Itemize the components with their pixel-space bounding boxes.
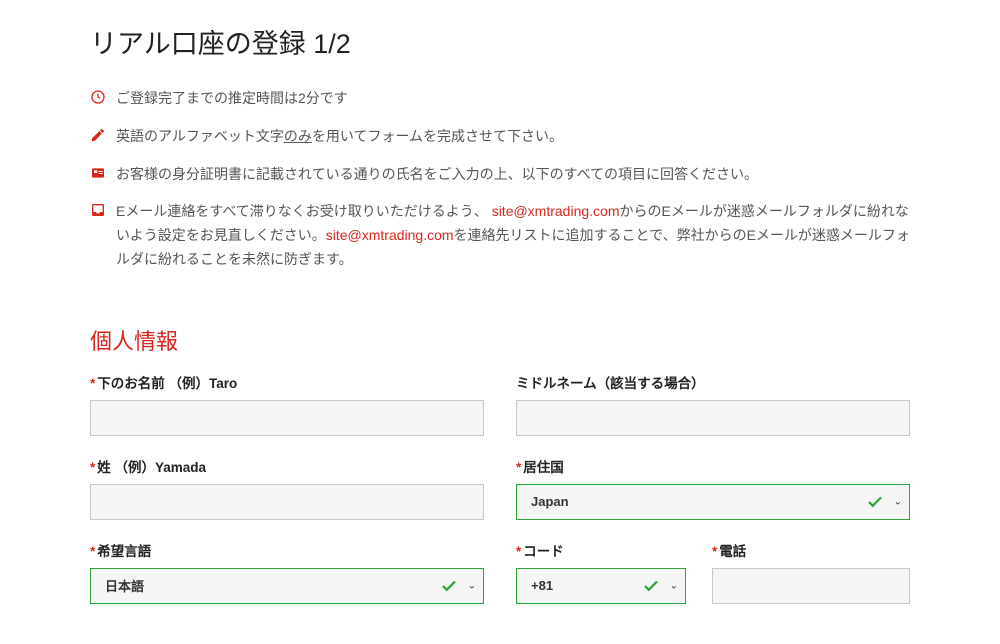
page-title: リアル口座の登録 1/2 (90, 22, 910, 61)
country-label: *居住国 (516, 456, 910, 476)
email-link[interactable]: site@xmtrading.com (326, 227, 454, 243)
select-value: Japan (527, 494, 569, 509)
pencil-icon (90, 127, 116, 143)
field-phone: *電話 (712, 540, 910, 604)
label-text: 姓 （例）Yamada (97, 460, 206, 475)
info-text: お客様の身分証明書に記載されている通りの氏名をご入力の上、以下のすべての項目に回… (116, 163, 910, 187)
info-text: Eメール連絡をすべて滞りなくお受け取りいただけるよう、 site@xmtradi… (116, 200, 910, 271)
label-text: コード (523, 544, 564, 559)
select-value: 日本語 (101, 576, 144, 595)
info-item-alpha: 英語のアルファベット文字のみを用いてフォームを完成させて下さい。 (90, 125, 910, 149)
info-list: ご登録完了までの推定時間は2分です 英語のアルファベット文字のみを用いてフォーム… (90, 87, 910, 272)
text-underline: のみ (284, 128, 312, 144)
code-label: *コード (516, 540, 686, 560)
inbox-icon (90, 202, 116, 218)
first-name-label: *下のお名前 （例）Taro (90, 372, 484, 392)
form-grid: *下のお名前 （例）Taro ミドルネーム（該当する場合） *姓 （例）Yama… (90, 372, 910, 604)
code-select[interactable]: +81 ⌄ (516, 568, 686, 604)
field-code: *コード +81 ⌄ (516, 540, 686, 604)
phone-input[interactable] (712, 568, 910, 604)
country-select[interactable]: Japan ⌄ (516, 484, 910, 520)
info-item-mail: Eメール連絡をすべて滞りなくお受け取りいただけるよう、 site@xmtradi… (90, 200, 910, 271)
label-text: 希望言語 (97, 544, 151, 559)
field-middle-name: ミドルネーム（該当する場合） (516, 372, 910, 436)
label-text: 居住国 (523, 460, 564, 475)
text-part: 英語のアルファベット文字 (116, 128, 284, 144)
info-item-time: ご登録完了までの推定時間は2分です (90, 87, 910, 111)
text-part: を用いてフォームを完成させて下さい。 (312, 128, 563, 144)
email-link[interactable]: site@xmtrading.com (492, 203, 620, 219)
language-select[interactable]: 日本語 ⌄ (90, 568, 484, 604)
info-text: 英語のアルファベット文字のみを用いてフォームを完成させて下さい。 (116, 125, 910, 149)
field-language: *希望言語 日本語 ⌄ (90, 540, 484, 604)
label-text: 下のお名前 （例）Taro (97, 376, 237, 391)
select-value: +81 (527, 578, 553, 593)
phone-label: *電話 (712, 540, 910, 560)
middle-name-label: ミドルネーム（該当する場合） (516, 372, 910, 392)
middle-name-input[interactable] (516, 400, 910, 436)
id-card-icon (90, 165, 116, 181)
field-phone-row: *コード +81 ⌄ *電話 (516, 540, 910, 604)
label-text: 電話 (719, 544, 746, 559)
field-country: *居住国 Japan ⌄ (516, 456, 910, 520)
first-name-input[interactable] (90, 400, 484, 436)
field-last-name: *姓 （例）Yamada (90, 456, 484, 520)
text-part: Eメール連絡をすべて滞りなくお受け取りいただけるよう、 (116, 203, 492, 219)
section-title-personal: 個人情報 (90, 324, 910, 356)
info-text: ご登録完了までの推定時間は2分です (116, 87, 910, 111)
field-first-name: *下のお名前 （例）Taro (90, 372, 484, 436)
last-name-label: *姓 （例）Yamada (90, 456, 484, 476)
info-item-id: お客様の身分証明書に記載されている通りの氏名をご入力の上、以下のすべての項目に回… (90, 163, 910, 187)
last-name-input[interactable] (90, 484, 484, 520)
clock-icon (90, 89, 116, 105)
language-label: *希望言語 (90, 540, 484, 560)
